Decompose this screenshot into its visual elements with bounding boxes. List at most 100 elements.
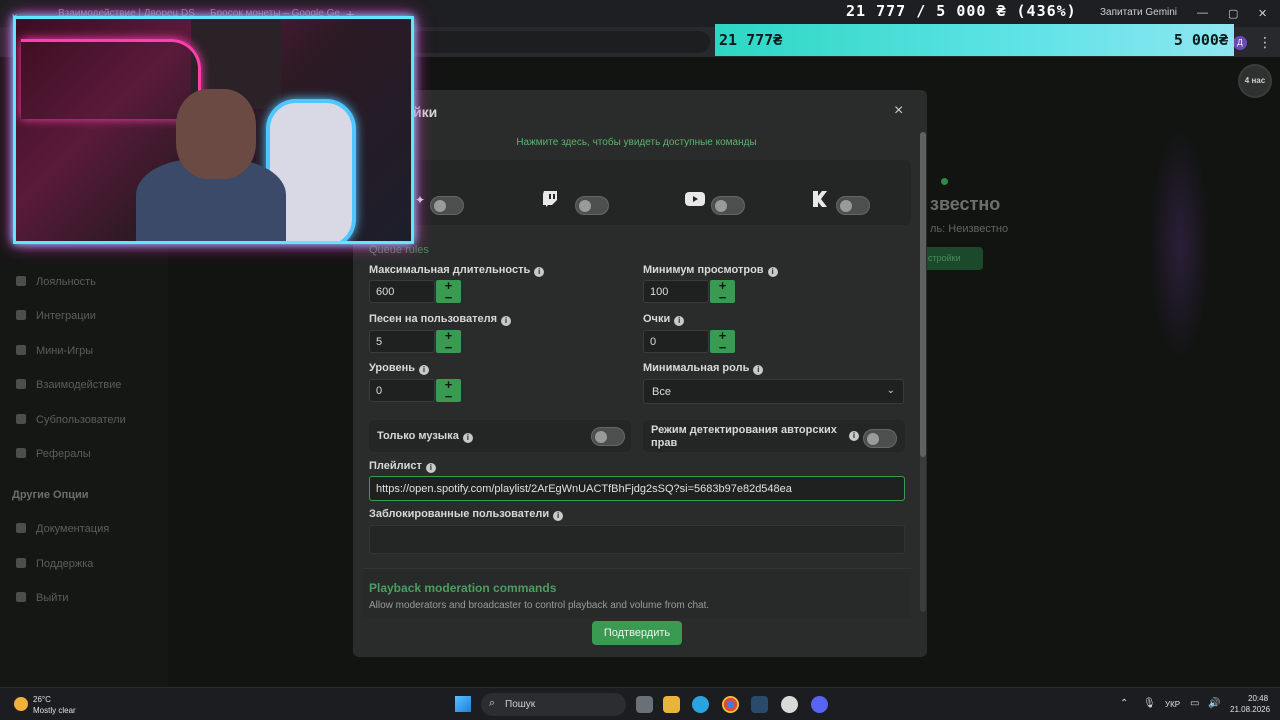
sidebar-item-subusers[interactable]: Субпользователи: [16, 414, 126, 426]
chrome-icon[interactable]: [722, 696, 739, 713]
volume-icon[interactable]: 🔊: [1208, 698, 1220, 709]
queue-rules-label: Queue rules: [369, 244, 429, 256]
background-glow: [1150, 130, 1210, 360]
file-explorer-icon[interactable]: [663, 696, 680, 713]
network-icon[interactable]: ▭: [1190, 698, 1199, 709]
webcam-overlay: [13, 16, 414, 244]
info-icon[interactable]: i: [534, 267, 545, 277]
max-duration-stepper[interactable]: + −: [436, 279, 461, 304]
sidebar-item-referrals[interactable]: Рефералы: [16, 448, 91, 460]
clock-time[interactable]: 20:48: [1248, 694, 1268, 703]
playlist-input[interactable]: https://open.spotify.com/playlist/2ArEgW…: [369, 476, 905, 501]
goal-title: 21 777 / 5 000 ₴ (436%): [846, 2, 1077, 20]
obs-icon[interactable]: [781, 696, 798, 713]
sidebar-item-label: Выйти: [36, 592, 69, 604]
copyright-mode-label: Режим детектирования авторских прав: [651, 424, 837, 449]
platform-toggle-3[interactable]: [711, 196, 745, 215]
minus-icon[interactable]: −: [710, 341, 735, 354]
user-avatar[interactable]: 4 нас: [1238, 64, 1272, 98]
confirm-button[interactable]: Подтвердить: [592, 621, 682, 645]
document-icon: [16, 523, 26, 533]
field-label-text: Минимум просмотров: [643, 264, 764, 276]
steam-icon[interactable]: [751, 696, 768, 713]
sidebar-item-label: Рефералы: [36, 448, 91, 460]
language-indicator[interactable]: УКР: [1165, 700, 1180, 709]
url-field[interactable]: [410, 31, 710, 53]
level-input[interactable]: 0: [369, 379, 435, 402]
min-role-select[interactable]: Все ⌄: [643, 379, 904, 404]
close-icon[interactable]: ×: [894, 102, 903, 120]
copyright-mode-toggle[interactable]: [863, 429, 897, 448]
maximize-button[interactable]: ▢: [1228, 7, 1238, 20]
minus-icon[interactable]: −: [710, 291, 735, 304]
sidebar-item-logout[interactable]: Выйти: [16, 592, 69, 604]
sidebar-item-interaction[interactable]: Взаимодействие: [16, 379, 121, 391]
platform-toggle-2[interactable]: [575, 196, 609, 215]
background-settings-button[interactable]: стройки: [918, 247, 983, 270]
platform-toggle-4[interactable]: [836, 196, 870, 215]
songs-per-user-input[interactable]: 5: [369, 330, 435, 353]
minus-icon[interactable]: −: [436, 291, 461, 304]
info-icon[interactable]: i: [767, 267, 778, 277]
taskbar-search[interactable]: ⌕ Пошук: [481, 693, 626, 716]
modal-scrollbar[interactable]: [920, 132, 926, 612]
min-role-label: Минимальная роль i: [643, 362, 764, 375]
playback-moderation-description: Allow moderators and broadcaster to cont…: [369, 600, 710, 611]
points-input[interactable]: 0: [643, 330, 709, 353]
sidebar-item-integrations[interactable]: Интеграции: [16, 310, 96, 322]
min-views-label: Минимум просмотров i: [643, 264, 778, 277]
sidebar-item-docs[interactable]: Документация: [16, 523, 109, 535]
info-icon[interactable]: i: [753, 365, 764, 375]
minimize-button[interactable]: —: [1197, 7, 1208, 19]
min-views-stepper[interactable]: + −: [710, 279, 735, 304]
scrollbar-thumb[interactable]: [920, 132, 926, 457]
points-stepper[interactable]: + −: [710, 329, 735, 354]
info-icon[interactable]: i: [674, 316, 685, 326]
level-stepper[interactable]: + −: [436, 378, 461, 403]
max-duration-input[interactable]: 600: [369, 280, 435, 303]
songs-per-user-label: Песен на пользователя i: [369, 313, 512, 326]
telegram-icon[interactable]: [692, 696, 709, 713]
goal-progress-bar: 21 777₴ 5 000₴: [715, 24, 1234, 56]
commands-hint-link[interactable]: Нажмите здесь, чтобы увидеть доступные к…: [353, 137, 920, 148]
select-value: Все: [652, 386, 671, 398]
toggle-label-text: Только музыка: [377, 430, 459, 442]
gemini-button[interactable]: Запитати Gemini: [1100, 7, 1177, 18]
users-icon: [16, 414, 26, 424]
clock-date[interactable]: 21.08.2026: [1230, 705, 1270, 714]
weather-temp: 26°C: [33, 695, 51, 704]
sidebar-item-label: Мини-Игры: [36, 345, 94, 357]
sidebar-item-loyalty[interactable]: Лояльность: [16, 276, 96, 288]
songs-per-user-stepper[interactable]: + −: [436, 329, 461, 354]
youtube-icon: [685, 192, 705, 211]
blocked-users-input[interactable]: [369, 525, 905, 554]
minus-icon[interactable]: −: [436, 390, 461, 403]
sidebar-item-minigames[interactable]: Мини-Игры: [16, 345, 93, 357]
playback-moderation-card: Playback moderation commands Allow moder…: [363, 568, 911, 618]
info-icon[interactable]: i: [553, 511, 564, 521]
browser-menu-icon[interactable]: ⋮: [1258, 34, 1272, 51]
info-icon[interactable]: i: [501, 316, 512, 326]
profile-avatar[interactable]: Д: [1233, 36, 1247, 50]
info-icon[interactable]: i: [425, 463, 436, 473]
close-window-button[interactable]: ✕: [1258, 7, 1267, 20]
weather-icon[interactable]: [14, 697, 28, 711]
info-icon[interactable]: i: [462, 433, 473, 443]
platform-toggle-1[interactable]: [430, 196, 464, 215]
info-icon[interactable]: i: [419, 365, 430, 375]
task-view-icon[interactable]: [636, 696, 653, 713]
search-placeholder: Пошук: [505, 699, 536, 710]
sidebar-item-support[interactable]: Поддержка: [16, 558, 93, 570]
sidebar-section-other: Другие Опции: [12, 489, 89, 501]
windows-start-icon[interactable]: [455, 696, 471, 712]
minus-icon[interactable]: −: [436, 341, 461, 354]
discord-icon[interactable]: [811, 696, 828, 713]
info-icon[interactable]: i: [849, 431, 859, 441]
modal-title: йки: [413, 104, 438, 120]
tray-chevron-up-icon[interactable]: ⌃: [1120, 698, 1128, 709]
webcam-person-head: [176, 89, 256, 179]
microphone-icon[interactable]: 🎙: [1143, 698, 1156, 709]
min-views-input[interactable]: 100: [643, 280, 709, 303]
taskbar: 26°C Mostly clear ⌕ Пошук ⌃ 🎙 УКР ▭ 🔊 20:…: [0, 687, 1280, 720]
music-only-toggle[interactable]: [591, 427, 625, 446]
